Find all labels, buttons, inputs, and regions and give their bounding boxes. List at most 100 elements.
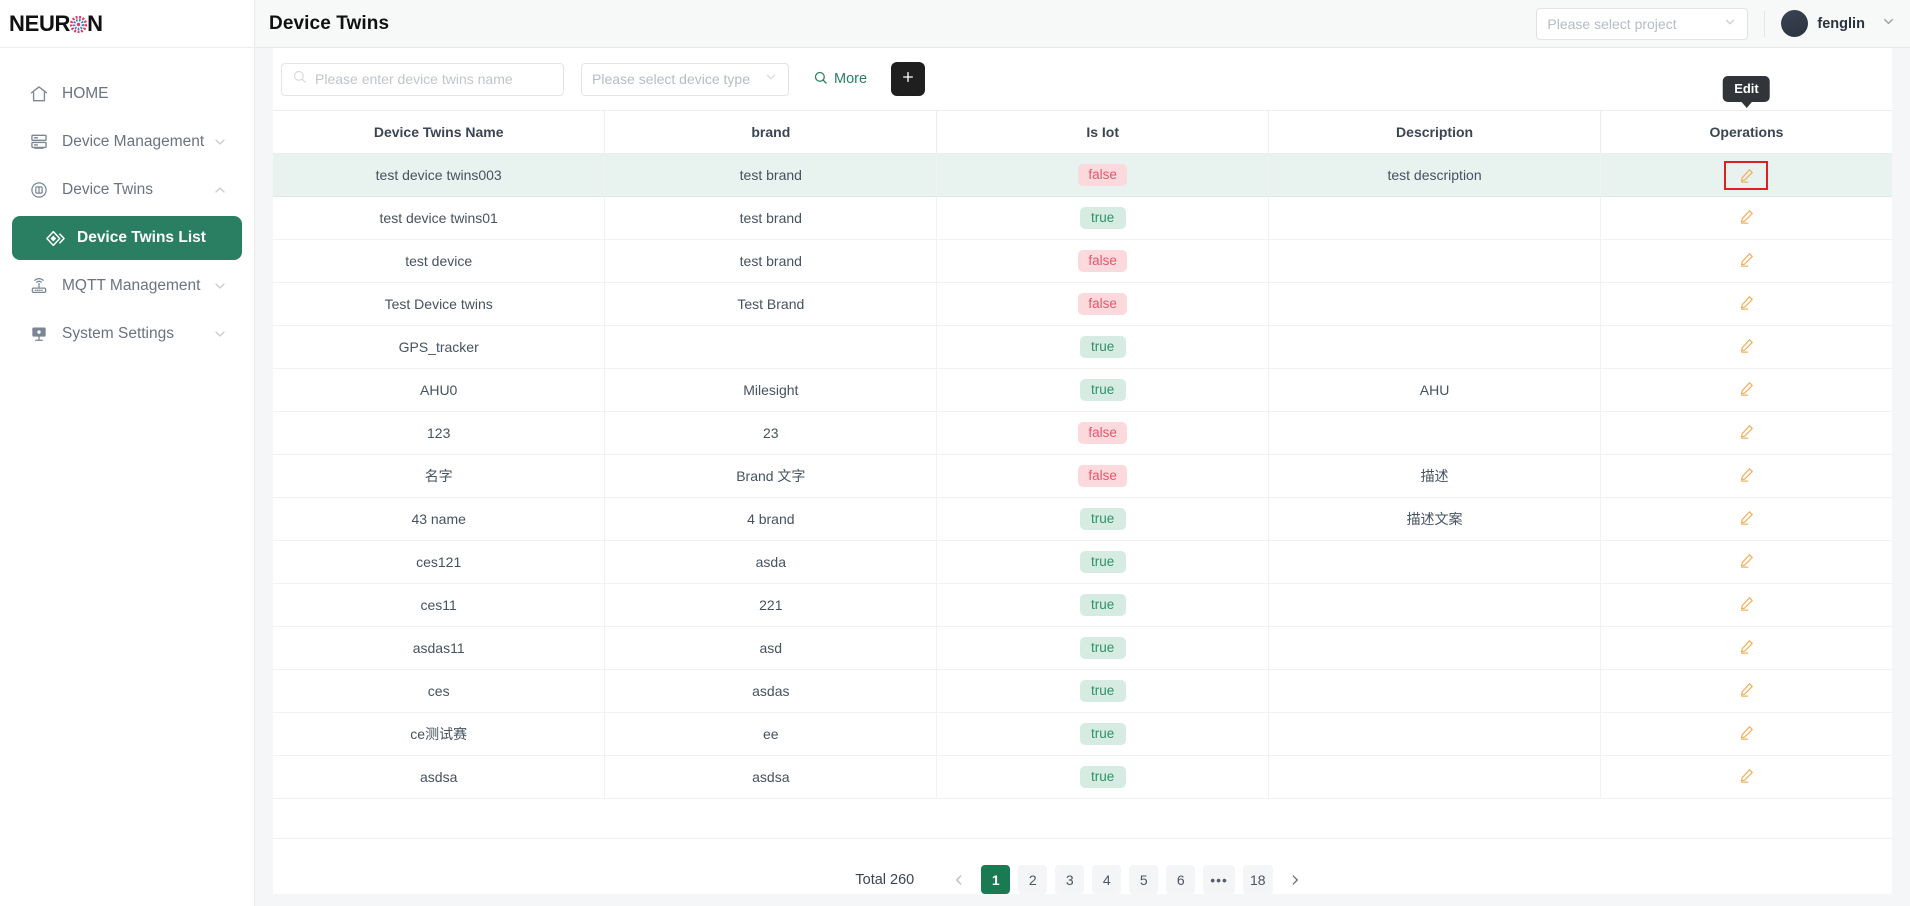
cell-device-twins-name: test device twins01 bbox=[273, 196, 606, 240]
project-select[interactable]: Please select project bbox=[1536, 7, 1749, 40]
edit-button[interactable] bbox=[1738, 552, 1755, 569]
project-select-placeholder: Please select project bbox=[1547, 15, 1677, 32]
status-badge: true bbox=[1079, 765, 1126, 789]
edit-button[interactable] bbox=[1738, 509, 1755, 526]
brand-logo[interactable]: NEUR N bbox=[0, 0, 254, 48]
pagination-ellipsis[interactable]: ••• bbox=[1203, 865, 1235, 894]
search-input[interactable]: Please enter device twins name bbox=[281, 62, 564, 96]
table-row[interactable]: AHU0 Milesight true AHU bbox=[273, 368, 1892, 412]
edit-button[interactable] bbox=[1738, 208, 1755, 225]
add-device-twin-button[interactable] bbox=[891, 62, 926, 96]
cell-is-iot: true bbox=[936, 540, 1270, 584]
table-row[interactable]: Test Device twins Test Brand false bbox=[273, 282, 1892, 326]
more-filters-button[interactable]: More bbox=[813, 70, 867, 89]
neuron-circle-logo-icon bbox=[70, 16, 88, 33]
edit-button[interactable] bbox=[1738, 294, 1755, 311]
column-header-operations-label: Operations bbox=[1709, 124, 1784, 140]
table-row[interactable]: ces11 221 true bbox=[273, 583, 1892, 627]
sidebar-item-label: Device Twins bbox=[62, 181, 154, 198]
cell-brand: asdas bbox=[604, 669, 938, 713]
column-header-is-iot[interactable]: Is Iot bbox=[936, 110, 1270, 154]
cell-brand: 221 bbox=[604, 583, 938, 627]
table-row[interactable]: test device twins003 test brand false test … bbox=[273, 153, 1892, 197]
table-body: test device twins003 test brand false test … bbox=[273, 153, 1892, 799]
pagination-next-button[interactable] bbox=[1281, 865, 1310, 894]
sidebar-item-label: Device Management bbox=[62, 133, 205, 150]
edit-button[interactable] bbox=[1738, 466, 1755, 483]
edit-button[interactable] bbox=[1738, 251, 1755, 268]
chevron-down-icon bbox=[212, 326, 228, 342]
table-row[interactable]: test device test brand false bbox=[273, 239, 1892, 283]
table-header-row: Device Twins Name brand Is Iot Descripti… bbox=[273, 76, 1892, 154]
table-row[interactable]: ces121 asda true bbox=[273, 540, 1892, 584]
pagination-page-5[interactable]: 5 bbox=[1129, 865, 1159, 894]
chevron-down-icon[interactable] bbox=[1881, 14, 1896, 34]
status-badge: false bbox=[1078, 292, 1127, 316]
cell-is-iot: true bbox=[936, 325, 1270, 369]
pagination-page-1[interactable]: 1 bbox=[981, 865, 1011, 894]
table-row[interactable]: 123 23 false bbox=[273, 411, 1892, 455]
table-row[interactable]: asdsa asdsa true bbox=[273, 755, 1892, 799]
sidebar-item-device-management[interactable]: Device Management bbox=[12, 120, 242, 164]
cell-device-twins-name: test device twins003 bbox=[273, 153, 606, 197]
sidebar-item-device-twins[interactable]: Device Twins bbox=[12, 168, 242, 212]
device-type-select[interactable]: Please select device type bbox=[581, 62, 789, 96]
device-type-placeholder: Please select device type bbox=[592, 71, 750, 87]
sidebar: NEUR N HOME Device Management Device Twi… bbox=[0, 0, 255, 906]
edit-button[interactable] bbox=[1738, 767, 1755, 784]
search-icon bbox=[813, 70, 828, 89]
cell-operations bbox=[1600, 540, 1892, 584]
pagination-page-6[interactable]: 6 bbox=[1166, 865, 1196, 894]
cell-operations bbox=[1600, 755, 1892, 799]
edit-button[interactable] bbox=[1738, 423, 1755, 440]
divider bbox=[1764, 10, 1766, 37]
edit-button[interactable] bbox=[1738, 724, 1755, 741]
status-badge: true bbox=[1079, 593, 1126, 617]
table-row[interactable]: ces asdas true bbox=[273, 669, 1892, 713]
status-badge: true bbox=[1079, 679, 1126, 703]
top-bar: Device Twins Please select project fengl… bbox=[255, 0, 1910, 48]
status-badge: true bbox=[1079, 550, 1126, 574]
pagination-page-4[interactable]: 4 bbox=[1092, 865, 1122, 894]
chevron-down-icon bbox=[1723, 15, 1737, 32]
column-header-brand[interactable]: brand bbox=[604, 110, 938, 154]
sidebar-item-home[interactable]: HOME bbox=[12, 72, 242, 116]
pagination-prev-button[interactable] bbox=[944, 865, 973, 894]
device-twins-card: Please enter device twins name Please se… bbox=[273, 48, 1892, 894]
edit-button[interactable] bbox=[1738, 595, 1755, 612]
sidebar-item-system-settings[interactable]: System Settings bbox=[12, 312, 242, 356]
cell-is-iot: true bbox=[936, 196, 1270, 240]
column-header-device-twins-name[interactable]: Device Twins Name bbox=[273, 110, 606, 154]
sidebar-item-label: System Settings bbox=[62, 325, 174, 342]
column-header-description[interactable]: Description bbox=[1268, 110, 1601, 154]
user-menu[interactable]: fenglin bbox=[1781, 10, 1896, 37]
logo-text-b: N bbox=[87, 10, 103, 36]
pagination-page-18[interactable]: 18 bbox=[1242, 865, 1273, 894]
table-row[interactable]: test device twins01 test brand true bbox=[273, 196, 1892, 240]
server-rack-icon bbox=[26, 131, 52, 153]
pagination-page-2[interactable]: 2 bbox=[1018, 865, 1048, 894]
cell-brand: 23 bbox=[604, 411, 938, 455]
edit-button[interactable] bbox=[1738, 380, 1755, 397]
pagination-page-3[interactable]: 3 bbox=[1055, 865, 1085, 894]
plus-icon bbox=[900, 69, 916, 90]
edit-button[interactable] bbox=[1738, 681, 1755, 698]
cell-description: 描述文案 bbox=[1268, 497, 1601, 541]
search-icon bbox=[292, 69, 307, 89]
table-row[interactable]: GPS_tracker true bbox=[273, 325, 1892, 369]
sidebar-item-device-twins-list[interactable]: Device Twins List bbox=[12, 216, 242, 260]
more-label: More bbox=[834, 71, 868, 87]
column-header-operations[interactable]: Operations Edit bbox=[1600, 76, 1892, 154]
logo-text-a: NEUR bbox=[9, 10, 71, 36]
table-row[interactable]: ce测试赛 ee true bbox=[273, 712, 1892, 756]
table-row[interactable]: 名字 Brand 文字 false 描述 bbox=[273, 454, 1892, 498]
table-row[interactable]: 43 name 4 brand true 描述文案 bbox=[273, 497, 1892, 541]
chevron-down-icon bbox=[212, 134, 228, 150]
edit-button[interactable] bbox=[1738, 337, 1755, 354]
status-badge: true bbox=[1079, 335, 1126, 359]
edit-button[interactable] bbox=[1724, 160, 1769, 190]
pagination-total: Total 260 bbox=[855, 871, 915, 888]
sidebar-item-mqtt-management[interactable]: MQTT Management bbox=[12, 264, 242, 308]
table-row[interactable]: asdas11 asd true bbox=[273, 626, 1892, 670]
edit-button[interactable] bbox=[1738, 638, 1755, 655]
